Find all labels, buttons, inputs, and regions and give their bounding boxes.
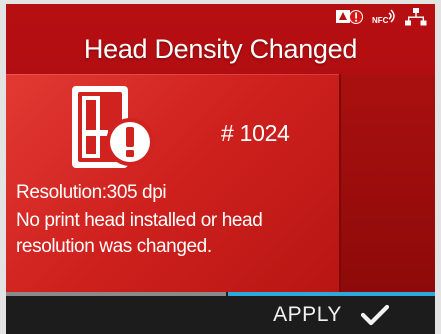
printer-warning-icon bbox=[72, 86, 154, 168]
error-code: # 1024 bbox=[221, 120, 290, 146]
apply-button[interactable]: APPLY bbox=[228, 296, 435, 334]
check-icon bbox=[360, 304, 389, 326]
nfc-icon: NFC bbox=[372, 9, 395, 25]
action-bar: APPLY bbox=[6, 292, 435, 334]
apply-label: APPLY bbox=[273, 303, 342, 326]
error-message: No print head installed or head resoluti… bbox=[16, 210, 263, 257]
svg-text:NFC: NFC bbox=[372, 16, 389, 25]
status-icons: NFC bbox=[335, 7, 427, 27]
left-strip bbox=[6, 292, 226, 296]
page-title: Head Density Changed bbox=[83, 34, 358, 64]
alert-icon bbox=[336, 10, 363, 24]
printer-display: NFC Head Density Changed # 1024 Resoluti… bbox=[0, 0, 441, 334]
error-panel: # 1024 Resolution:305 dpi No print head … bbox=[6, 74, 339, 292]
error-screen: NFC Head Density Changed # 1024 Resoluti… bbox=[6, 4, 435, 334]
network-icon bbox=[405, 8, 427, 26]
resolution-text: Resolution:305 dpi bbox=[16, 182, 167, 203]
side-panel bbox=[339, 74, 435, 292]
status-bar: NFC bbox=[6, 4, 435, 34]
